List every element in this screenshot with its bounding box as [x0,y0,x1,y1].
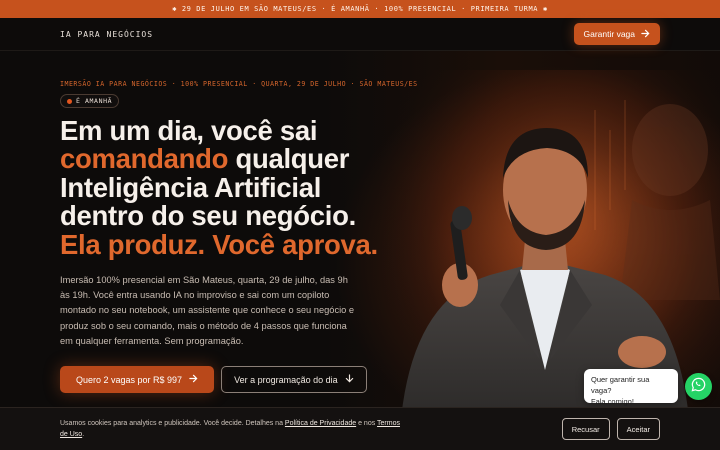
cookie-text-after: . [82,431,85,438]
hero-headline: Em um dia, você sai comandando qualquer … [60,114,418,260]
cookie-text-middle: e nos [356,420,378,427]
headline-line-1: Em um dia, você sai [60,114,318,146]
view-schedule-button[interactable]: Ver a programação do dia [221,366,367,394]
status-badge: É AMANHÃ [60,94,120,108]
headline-line-2-rest: qualquer [228,143,350,174]
whatsapp-button[interactable] [685,373,712,400]
cookie-text-before: Usamos cookies para analytics e publicid… [60,420,285,427]
accept-cookies-button[interactable]: Aceitar [616,418,660,440]
cookie-actions: Recusar Aceitar [561,418,660,440]
status-badge-label: É AMANHÃ [76,97,113,105]
whatsapp-bubble-line-2: Fala comigo! [591,397,634,406]
arrow-right-icon [189,374,198,385]
hero-section: IMERSÃO IA PARA NEGÓCIOS · 100% PRESENCI… [60,80,418,394]
buy-two-seats-label: Quero 2 vagas por R$ 997 [76,374,183,385]
privacy-policy-link[interactable]: Política de Privacidade [285,420,356,427]
whatsapp-icon [691,377,706,397]
whatsapp-chat-bubble[interactable]: Quer garantir sua vaga? Fala comigo! [584,369,678,406]
reject-cookies-button[interactable]: Recusar [561,418,610,440]
hero-cta-row: Quero 2 vagas por R$ 997 Ver a programaç… [60,366,418,394]
brand-logo[interactable]: IA PARA NEGÓCIOS [60,30,153,39]
headline-line-3: Inteligência Artificial [60,171,322,203]
view-schedule-label: Ver a programação do dia [234,374,338,385]
headline-line-5: Ela produz. Você aprova. [60,228,378,260]
headline-line-4: dentro do seu negócio. [60,200,356,231]
site-header: IA PARA NEGÓCIOS Garantir vaga [0,18,720,51]
announcement-text: ✱ 29 DE JULHO EM SÃO MATEUS/ES · É AMANH… [172,5,548,13]
garantir-vaga-button[interactable]: Garantir vaga [573,23,660,45]
garantir-vaga-label: Garantir vaga [583,29,636,39]
whatsapp-bubble-line-1: Quer garantir sua vaga? [591,375,650,395]
hero-lead-paragraph: Imersão 100% presencial em São Mateus, q… [60,275,355,346]
cookie-text: Usamos cookies para analytics e publicid… [60,418,405,440]
live-dot-icon [67,98,72,104]
arrow-right-icon [641,29,650,40]
cookie-banner: Usamos cookies para analytics e publicid… [0,407,720,450]
buy-two-seats-button[interactable]: Quero 2 vagas por R$ 997 [60,366,215,394]
headline-accent-word: comandando [60,143,229,174]
announcement-bar: ✱ 29 DE JULHO EM SÃO MATEUS/ES · É AMANH… [0,0,720,18]
hero-eyebrow: IMERSÃO IA PARA NEGÓCIOS · 100% PRESENCI… [60,80,418,88]
arrow-down-icon [345,374,354,385]
